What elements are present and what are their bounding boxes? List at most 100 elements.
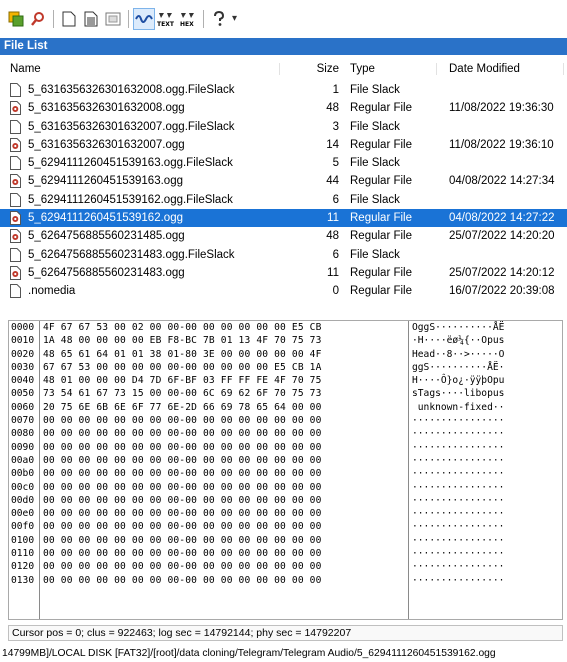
hex-ascii: ················ (412, 494, 505, 506)
hex-offset: 0110 (11, 548, 35, 560)
hex-offset: 0020 (11, 348, 35, 360)
file-size: 1 (332, 84, 339, 96)
blank-page-icon[interactable] (59, 9, 79, 29)
hex-ascii: ················ (412, 481, 505, 493)
file-date: 11/08/2022 19:36:10 (449, 138, 554, 151)
hex-bytes: 73 54 61 67 73 15 00 00-00 6C 69 62 6F 7… (43, 388, 322, 400)
hex-bytes: 48 01 00 00 00 D4 7D 6F-BF 03 FF FF FE 4… (43, 375, 322, 387)
column-header-type[interactable]: Type (347, 63, 437, 75)
hex-ascii: ················ (412, 415, 505, 427)
hex-line[interactable]: 0090 00 00 00 00 00 00 00 00-00 00 00 00 … (9, 441, 562, 454)
file-date: 11/08/2022 19:36:30 (449, 102, 554, 115)
hex-line[interactable]: 0080 00 00 00 00 00 00 00 00-00 00 00 00 … (9, 427, 562, 440)
hex-line[interactable]: 00c0 00 00 00 00 00 00 00 00-00 00 00 00 … (9, 481, 562, 494)
file-size: 0 (332, 285, 339, 298)
file-row[interactable]: 5_6264756885560231483.ogg 11 Regular File 2… (0, 264, 567, 282)
file-type: Regular File (350, 138, 412, 151)
search-icon[interactable] (28, 9, 48, 29)
hex-offset: 0130 (11, 574, 35, 586)
file-row[interactable]: 5_6316356326301632007.ogg 14 Regular File 1… (0, 136, 567, 154)
hex-ascii: ················ (412, 508, 505, 520)
file-row[interactable]: 5_6294111260451539163.ogg.FileSlack 5 File… (0, 154, 567, 172)
file-size: 6 (332, 248, 339, 261)
hex-line[interactable]: 0040 48 01 00 00 00 D4 7D 6F-BF 03 FF FF … (9, 374, 562, 387)
hex-offset: 00b0 (11, 468, 35, 480)
hex-ascii: ················ (412, 441, 505, 453)
hex-bytes: 00 00 00 00 00 00 00 00-00 00 00 00 00 0… (43, 468, 322, 480)
hex-line[interactable]: 0010 1A 48 00 00 00 00 EB F8-BC 7B 01 13 … (9, 334, 562, 347)
hex-offset: 00f0 (11, 521, 35, 533)
file-name: 5_6316356326301632008.ogg.FileSlack (28, 84, 235, 96)
chevron-down-icon[interactable]: ▾ (232, 14, 237, 24)
hex-ascii: Head··8··>·····O (412, 348, 505, 360)
file-type: File Slack (350, 193, 400, 206)
hex-line[interactable]: 0000 4F 67 67 53 00 02 00 00-00 00 00 00 … (9, 321, 562, 334)
file-type: File Slack (350, 84, 400, 96)
hex-line[interactable]: 0100 00 00 00 00 00 00 00 00-00 00 00 00 … (9, 534, 562, 547)
file-row[interactable]: 5_6264756885560231483.ogg.FileSlack 6 File… (0, 246, 567, 264)
file-type: Regular File (350, 266, 412, 279)
hex-line[interactable]: 00b0 00 00 00 00 00 00 00 00-00 00 00 00 … (9, 467, 562, 480)
file-type: File Slack (350, 248, 400, 261)
hex-offset: 0080 (11, 428, 35, 440)
hex-line[interactable]: 00a0 00 00 00 00 00 00 00 00-00 00 00 00 … (9, 454, 562, 467)
image-icon[interactable] (103, 9, 123, 29)
hex-ascii: ·H····ëø¼{··Opus (412, 335, 505, 347)
hex-line[interactable]: 00d0 00 00 00 00 00 00 00 00-00 00 00 00 … (9, 494, 562, 507)
hex-ascii: OggS··········ÅË (412, 322, 505, 333)
file-row[interactable]: .nomedia 0 Regular File 16/07/2022 20:39:08 (0, 282, 567, 300)
file-date: 16/07/2022 20:39:08 (449, 285, 555, 298)
document-icon[interactable] (81, 9, 101, 29)
file-list-title: File List (0, 38, 567, 55)
file-row[interactable]: 5_6294111260451539163.ogg 44 Regular File 0… (0, 172, 567, 190)
hex-offset: 0100 (11, 534, 35, 546)
toolbar-separator (53, 10, 54, 28)
hex-bytes: 00 00 00 00 00 00 00 00-00 00 00 00 00 0… (43, 428, 322, 440)
file-row[interactable]: 5_6316356326301632007.ogg.FileSlack 3 File… (0, 118, 567, 136)
hex-offset: 0040 (11, 375, 35, 387)
hex-line[interactable]: 0130 00 00 00 00 00 00 00 00-00 00 00 00 … (9, 574, 562, 587)
file-row[interactable]: 5_6316356326301632008.ogg 48 Regular File 1… (0, 99, 567, 117)
file-row[interactable]: 5_6316356326301632008.ogg.FileSlack 1 File… (0, 81, 567, 99)
hex-view-icon[interactable]: HEX (178, 9, 198, 29)
file-type: Regular File (350, 230, 412, 243)
hex-ascii: unknown-fixed·· (412, 401, 505, 413)
copy-icon[interactable] (6, 9, 26, 29)
hex-view[interactable]: 0000 4F 67 67 53 00 02 00 00-00 00 00 00 … (8, 320, 563, 620)
file-size: 14 (326, 138, 339, 151)
file-type: Regular File (350, 212, 412, 225)
file-row[interactable]: 5_6264756885560231485.ogg 48 Regular File 2… (0, 227, 567, 245)
hex-line[interactable]: 00e0 00 00 00 00 00 00 00 00-00 00 00 00 … (9, 507, 562, 520)
file-size: 5 (332, 157, 339, 170)
hex-line[interactable]: 0050 73 54 61 67 73 15 00 00-00 6C 69 62 … (9, 387, 562, 400)
hex-bytes: 00 00 00 00 00 00 00 00-00 00 00 00 00 0… (43, 441, 322, 453)
hex-line[interactable]: 0030 67 67 53 00 00 00 00 00-00 00 00 00 … (9, 361, 562, 374)
help-icon[interactable] (209, 9, 229, 29)
file-size: 44 (326, 175, 339, 188)
hex-offset: 0060 (11, 401, 35, 413)
hex-bytes: 00 00 00 00 00 00 00 00-00 00 00 00 00 0… (43, 415, 322, 427)
hex-bytes: 00 00 00 00 00 00 00 00-00 00 00 00 00 0… (43, 548, 322, 560)
file-date: 04/08/2022 14:27:22 (449, 212, 555, 225)
column-header-date[interactable]: Date Modified (446, 63, 564, 75)
toolbar-separator (203, 10, 204, 28)
hex-line[interactable]: 0060 20 75 6E 6B 6E 6F 77 6E-2D 66 69 78 … (9, 401, 562, 414)
text-view-icon[interactable]: TEXT (156, 9, 176, 29)
hex-line[interactable]: 0120 00 00 00 00 00 00 00 00-00 00 00 00 … (9, 560, 562, 573)
column-header-name[interactable]: Name (10, 63, 280, 75)
file-type: Regular File (350, 285, 412, 298)
hex-line[interactable]: 00f0 00 00 00 00 00 00 00 00-00 00 00 00 … (9, 520, 562, 533)
hex-line[interactable]: 0020 48 65 61 64 01 01 38 01-80 3E 00 00 … (9, 348, 562, 361)
file-row[interactable]: 5_6294111260451539162.ogg 11 Regular File 0… (0, 209, 567, 228)
column-header-size[interactable]: Size (290, 63, 343, 75)
file-name: 5_6316356326301632007.ogg.FileSlack (28, 120, 235, 133)
hex-bytes: 00 00 00 00 00 00 00 00-00 00 00 00 00 0… (43, 508, 322, 520)
hex-line[interactable]: 0070 00 00 00 00 00 00 00 00-00 00 00 00 … (9, 414, 562, 427)
file-row[interactable]: 5_6294111260451539162.ogg.FileSlack 6 File… (0, 191, 567, 209)
hex-ascii: ················ (412, 574, 505, 586)
wave-icon[interactable] (133, 8, 155, 30)
hex-ascii: sTags····libopus (412, 388, 505, 400)
file-date: 04/08/2022 14:27:34 (449, 175, 555, 188)
file-date: 25/07/2022 14:20:20 (449, 230, 555, 243)
hex-line[interactable]: 0110 00 00 00 00 00 00 00 00-00 00 00 00 … (9, 547, 562, 560)
